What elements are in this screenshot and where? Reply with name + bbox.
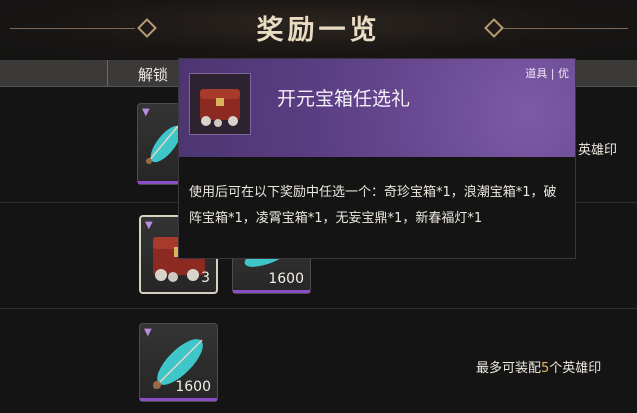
equip-text-row1: 英雄印	[578, 143, 618, 158]
reward-slot-row3[interactable]: ▼ 1600	[139, 323, 218, 402]
reward-slot-row1[interactable]: ▼	[137, 103, 181, 185]
column-header-unlock: 解锁	[138, 66, 169, 84]
treasure-chest-icon	[200, 89, 240, 127]
rarity-bar	[138, 181, 179, 184]
tooltip-quality: 优	[558, 67, 569, 80]
feather-quill-icon	[146, 125, 181, 164]
title-decor-line-right	[503, 28, 628, 29]
tooltip-category: 道具	[525, 67, 548, 80]
tooltip-separator: |	[550, 67, 555, 80]
item-count: 3	[201, 270, 210, 286]
tooltip-tag: 道具 | 优	[525, 65, 569, 81]
equip-limit-text: 最多可装配5个英雄印	[476, 357, 601, 376]
tooltip-item-icon-frame	[189, 73, 251, 135]
rarity-bar	[140, 398, 217, 401]
item-count: 1600	[268, 271, 304, 287]
tooltip-header: 开元宝箱任选礼 道具 | 优	[179, 59, 575, 157]
column-divider	[107, 60, 108, 86]
row-divider	[0, 308, 637, 309]
tooltip-description: 使用后可在以下奖励中任选一个：奇珍宝箱*1，浪潮宝箱*1，破阵宝箱*1，凌霄宝箱…	[189, 185, 557, 226]
tooltip-item-name: 开元宝箱任选礼	[277, 88, 411, 110]
item-tooltip: 开元宝箱任选礼 道具 | 优 使用后可在以下奖励中任选一个：奇珍宝箱*1，浪潮宝…	[178, 58, 576, 259]
header-banner: 奖励一览	[0, 0, 637, 60]
equip-limit-suffix: 个英雄印	[549, 361, 602, 376]
item-count: 1600	[175, 379, 211, 395]
equip-limit-prefix: 最多可装配	[476, 361, 542, 376]
rarity-bar	[233, 290, 310, 293]
